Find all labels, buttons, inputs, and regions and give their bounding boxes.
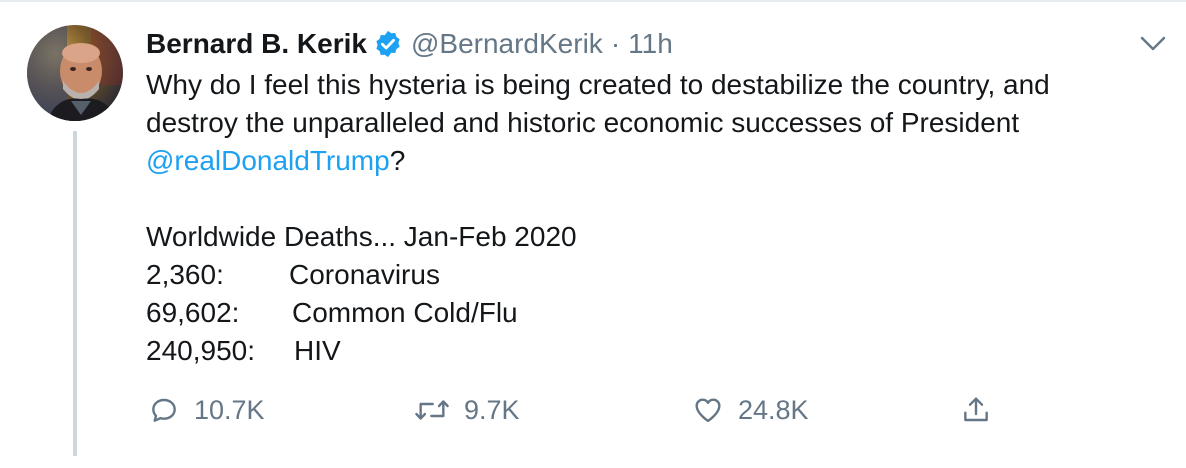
handle[interactable]: @BernardKerik bbox=[411, 22, 603, 66]
tweet[interactable]: Bernard B. Kerik @BernardKerik · 11h Why… bbox=[0, 0, 1186, 468]
like-count: 24.8K bbox=[738, 394, 809, 425]
retweet-icon bbox=[414, 394, 450, 426]
stat-row: 69,602: Common Cold/Flu bbox=[146, 294, 1156, 332]
tweet-content: Bernard B. Kerik @BernardKerik · 11h Why… bbox=[146, 22, 1166, 370]
stat-value: 2,360: bbox=[146, 259, 224, 290]
stat-row: 240,950: HIV bbox=[146, 332, 1156, 370]
stat-value: 240,950: bbox=[146, 335, 255, 366]
verified-badge-icon bbox=[373, 29, 403, 59]
separator-dot: · bbox=[610, 28, 621, 59]
like-button[interactable]: 24.8K bbox=[692, 392, 809, 428]
reply-button[interactable]: 10.7K bbox=[148, 392, 265, 428]
mention-suffix: ? bbox=[389, 145, 406, 176]
timestamp[interactable]: 11h bbox=[628, 22, 673, 66]
top-divider bbox=[0, 0, 1186, 2]
share-icon bbox=[960, 394, 992, 426]
tweet-text-line-3: @realDonaldTrump? bbox=[146, 142, 1156, 180]
retweet-button[interactable]: 9.7K bbox=[414, 392, 520, 428]
tweet-text-line-1: Why do I feel this hysteria is being cre… bbox=[146, 69, 1050, 100]
stat-label: HIV bbox=[294, 335, 341, 366]
like-icon bbox=[692, 394, 724, 426]
reply-icon bbox=[148, 394, 180, 426]
stat-value: 69,602: bbox=[146, 297, 240, 328]
tweet-text-line-2: destroy the unparalleled and historic ec… bbox=[146, 107, 1020, 138]
share-button[interactable] bbox=[960, 392, 992, 428]
retweet-count: 9.7K bbox=[464, 394, 520, 425]
avatar[interactable] bbox=[27, 25, 123, 121]
stat-row: 2,360: Coronavirus bbox=[146, 256, 1156, 294]
tweet-text: Why do I feel this hysteria is being cre… bbox=[146, 66, 1156, 370]
action-bar: 10.7K 9.7K 24.8K bbox=[146, 392, 1046, 428]
tweet-header: Bernard B. Kerik @BernardKerik · 11h bbox=[146, 22, 1156, 66]
avatar-image bbox=[27, 25, 123, 121]
stat-label: Common Cold/Flu bbox=[292, 297, 518, 328]
stats-title: Worldwide Deaths... Jan-Feb 2020 bbox=[146, 221, 577, 252]
chevron-down-icon[interactable] bbox=[1140, 36, 1166, 52]
stat-label: Coronavirus bbox=[289, 259, 440, 290]
mention-link[interactable]: @realDonaldTrump bbox=[146, 145, 390, 176]
display-name[interactable]: Bernard B. Kerik bbox=[146, 22, 367, 66]
reply-count: 10.7K bbox=[194, 394, 265, 425]
thread-line bbox=[73, 131, 77, 456]
